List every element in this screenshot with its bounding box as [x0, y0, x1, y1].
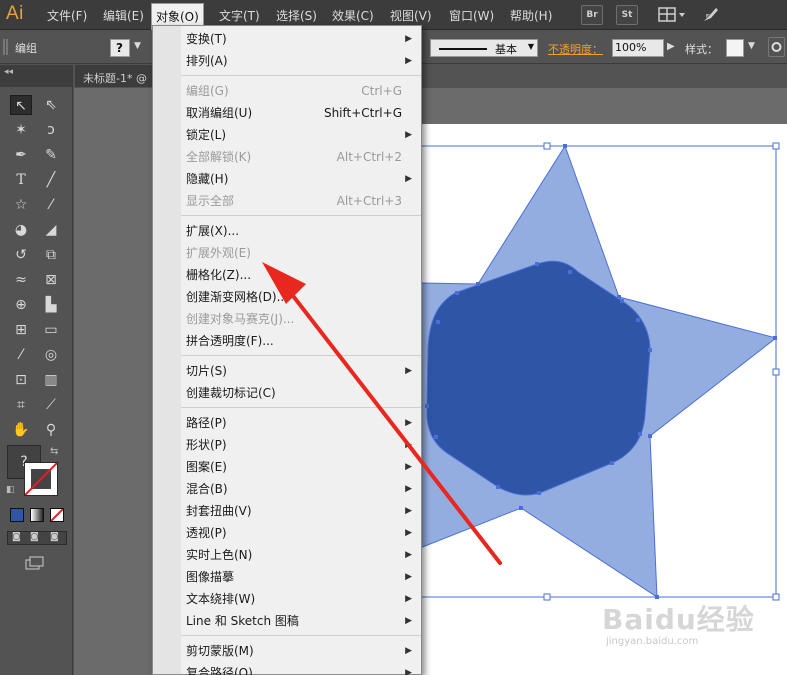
menu-item-label: 形状(P): [186, 438, 227, 452]
menu-item-label: 文本绕排(W): [186, 592, 256, 606]
menu-item-shortcut: Alt+Ctrl+2: [336, 150, 402, 164]
menu-item-shortcut: Alt+Ctrl+3: [336, 194, 402, 208]
submenu-arrow-icon: ▶: [405, 668, 412, 675]
object-menu-item: 编组(G) Ctrl+G: [153, 80, 421, 102]
selection-handle[interactable]: [772, 368, 780, 376]
menu-item-label: 拼合透明度(F)...: [186, 334, 274, 348]
submenu-arrow-icon: ▶: [405, 528, 412, 538]
menu-item-label: 封套扭曲(V): [186, 504, 252, 518]
menu-item-label: 锁定(L): [186, 128, 227, 142]
object-menu-item[interactable]: 图像描摹 ▶: [153, 566, 421, 588]
submenu-arrow-icon: ▶: [405, 572, 412, 582]
menu-item-label: 取消编组(U): [186, 106, 253, 120]
object-menu-item[interactable]: 创建渐变网格(D)...: [153, 286, 421, 308]
object-menu-item[interactable]: 形状(P) ▶: [153, 434, 421, 456]
menu-separator: [181, 635, 421, 636]
menu-item-label: 路径(P): [186, 416, 227, 430]
watermark-url: jingyan.baidu.com: [606, 636, 699, 647]
object-menu-item[interactable]: 取消编组(U) Shift+Ctrl+G: [153, 102, 421, 124]
object-menu-item[interactable]: 文本绕排(W) ▶: [153, 588, 421, 610]
menu-separator: [181, 75, 421, 76]
menu-item-label: 实时上色(N): [186, 548, 253, 562]
object-menu-item: 显示全部 Alt+Ctrl+3: [153, 190, 421, 212]
submenu-arrow-icon: ▶: [405, 550, 412, 560]
object-menu-item[interactable]: 实时上色(N) ▶: [153, 544, 421, 566]
menu-separator: [181, 215, 421, 216]
menu-item-label: 扩展(X)...: [186, 224, 240, 238]
selection-handle[interactable]: [543, 142, 551, 150]
watermark-logo-text: Baidu经验: [602, 603, 755, 636]
menu-item-label: 变换(T): [186, 32, 227, 46]
menu-item-label: 创建对象马赛克(J)...: [186, 312, 295, 326]
submenu-arrow-icon: ▶: [405, 616, 412, 626]
menu-item-label: 图像描摹: [186, 570, 235, 584]
menu-item-label: 排列(A): [186, 54, 228, 68]
submenu-arrow-icon: ▶: [405, 506, 412, 516]
object-menu-item[interactable]: 图案(E) ▶: [153, 456, 421, 478]
object-menu-dropdown: 变换(T) ▶ 排列(A) ▶ 编组(G) Ctrl+G 取消编组(U) Shift+Ctrl…: [152, 25, 422, 675]
menu-item-label: 创建渐变网格(D)...: [186, 290, 289, 304]
menu-item-label: 图案(E): [186, 460, 227, 474]
menu-item-label: Line 和 Sketch 图稿: [186, 614, 299, 628]
menu-item-label: 扩展外观(E): [186, 246, 251, 260]
object-menu-item[interactable]: 混合(B) ▶: [153, 478, 421, 500]
menu-separator: [181, 355, 421, 356]
menu-item-shortcut: Ctrl+G: [361, 84, 402, 98]
menu-item-label: 显示全部: [186, 194, 235, 208]
object-menu-item[interactable]: 复合路径(O) ▶: [153, 662, 421, 675]
object-menu-item[interactable]: 创建裁切标记(C): [153, 382, 421, 404]
object-menu-item[interactable]: 变换(T) ▶: [153, 28, 421, 50]
selection-handle[interactable]: [772, 142, 780, 150]
submenu-arrow-icon: ▶: [405, 462, 412, 472]
selection-handle[interactable]: [543, 593, 551, 601]
menu-item-label: 创建裁切标记(C): [186, 386, 276, 400]
submenu-arrow-icon: ▶: [405, 484, 412, 494]
object-menu-item[interactable]: 扩展(X)...: [153, 220, 421, 242]
object-menu-item[interactable]: Line 和 Sketch 图稿 ▶: [153, 610, 421, 632]
menu-item-label: 混合(B): [186, 482, 228, 496]
menu-item-shortcut: Shift+Ctrl+G: [323, 106, 402, 120]
menu-item-label: 剪切蒙版(M): [186, 644, 254, 658]
menu-item-label: 隐藏(H): [186, 172, 229, 186]
object-menu-item: 扩展外观(E): [153, 242, 421, 264]
object-menu-item[interactable]: 封套扭曲(V) ▶: [153, 500, 421, 522]
object-menu-item[interactable]: 隐藏(H) ▶: [153, 168, 421, 190]
submenu-arrow-icon: ▶: [405, 440, 412, 450]
object-menu-item: 创建对象马赛克(J)...: [153, 308, 421, 330]
menu-item-label: 编组(G): [186, 84, 229, 98]
object-menu-item[interactable]: 透视(P) ▶: [153, 522, 421, 544]
watermark: Baidu经验 jingyan.baidu.com: [602, 598, 755, 647]
menu-item-label: 全部解锁(K): [186, 150, 252, 164]
menu-item-label: 透视(P): [186, 526, 227, 540]
submenu-arrow-icon: ▶: [405, 174, 412, 184]
object-menu-item[interactable]: 排列(A) ▶: [153, 50, 421, 72]
submenu-arrow-icon: ▶: [405, 366, 412, 376]
submenu-arrow-icon: ▶: [405, 594, 412, 604]
selection-handle[interactable]: [772, 593, 780, 601]
menu-item-label: 复合路径(O): [186, 666, 253, 675]
illustrator-window: { "app": {"logo": "Ai"}, "menubar": [ {"…: [0, 0, 787, 675]
submenu-arrow-icon: ▶: [405, 646, 412, 656]
submenu-arrow-icon: ▶: [405, 130, 412, 140]
object-menu-item[interactable]: 切片(S) ▶: [153, 360, 421, 382]
object-menu-item: 全部解锁(K) Alt+Ctrl+2: [153, 146, 421, 168]
object-menu-item[interactable]: 剪切蒙版(M) ▶: [153, 640, 421, 662]
submenu-arrow-icon: ▶: [405, 34, 412, 44]
object-menu-item[interactable]: 栅格化(Z)...: [153, 264, 421, 286]
object-menu-item[interactable]: 拼合透明度(F)...: [153, 330, 421, 352]
object-menu-item[interactable]: 路径(P) ▶: [153, 412, 421, 434]
menu-item-label: 切片(S): [186, 364, 227, 378]
menu-separator: [181, 407, 421, 408]
submenu-arrow-icon: ▶: [405, 418, 412, 428]
menu-item-label: 栅格化(Z)...: [186, 268, 252, 282]
submenu-arrow-icon: ▶: [405, 56, 412, 66]
object-menu-item[interactable]: 锁定(L) ▶: [153, 124, 421, 146]
